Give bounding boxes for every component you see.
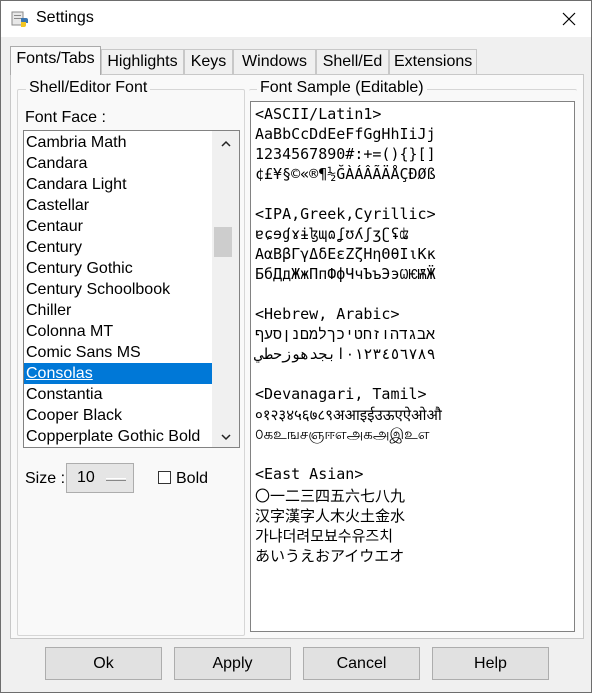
tab-extensions[interactable]: Extensions bbox=[389, 49, 477, 74]
chevron-up-icon bbox=[221, 140, 231, 147]
sample-line: ɐɕɘɠɤɨɮɰɷʆʊʎʃʒʗʢʥ bbox=[255, 225, 409, 243]
scroll-thumb[interactable] bbox=[214, 227, 232, 257]
chevron-down-icon bbox=[221, 433, 231, 440]
sample-line: БбДдЖжПпФфЧчЪъЭэѠѤѬӜ bbox=[255, 265, 436, 283]
window-title: Settings bbox=[36, 9, 94, 26]
tab-shell-ed[interactable]: Shell/Ed bbox=[316, 49, 389, 74]
cancel-button[interactable]: Cancel bbox=[303, 647, 420, 680]
python-idle-icon bbox=[11, 11, 28, 27]
font-size-value: 10 bbox=[77, 469, 95, 486]
font-list-item[interactable]: Copperplate Gothic Bold bbox=[24, 426, 212, 447]
font-list-item[interactable]: Candara bbox=[24, 153, 212, 174]
sample-line: ०१२३४५६७८९अआइईउऊएऐओऔ bbox=[255, 406, 442, 424]
sample-line: ௦கஉஙசஞஈஎஅகஅஇஉஎ bbox=[255, 425, 430, 443]
sample-line: אבגדהוזחטיכךלמםנןסעף bbox=[255, 325, 436, 343]
ok-button[interactable]: Ok bbox=[45, 647, 162, 680]
tab-fonts-tabs[interactable]: Fonts/Tabs bbox=[10, 46, 101, 75]
sample-line: <ASCII/Latin1> bbox=[255, 105, 382, 123]
close-icon bbox=[562, 12, 576, 26]
font-size-select[interactable]: 10 bbox=[66, 463, 134, 493]
font-list-scrollbar[interactable] bbox=[212, 131, 239, 447]
apply-button[interactable]: Apply bbox=[174, 647, 291, 680]
font-list-item[interactable]: Cooper Black bbox=[24, 405, 212, 426]
sample-line: <East Asian> bbox=[255, 465, 364, 483]
bold-label[interactable]: Bold bbox=[176, 470, 208, 488]
font-list-item[interactable]: Century Schoolbook bbox=[24, 279, 212, 300]
font-list-item[interactable]: Castellar bbox=[24, 195, 212, 216]
sample-line: 〇一二三四五六七八九 bbox=[255, 487, 406, 505]
sample-group-title: Font Sample (Editable) bbox=[257, 79, 427, 97]
font-sample-text[interactable]: <ASCII/Latin1> AaBbCcDdEeFfGgHhIiJj 123456… bbox=[250, 101, 575, 632]
tab-highlights[interactable]: Highlights bbox=[101, 49, 184, 74]
sample-line: 가냐더려모뵤수유즈치 bbox=[255, 527, 394, 545]
font-list-item[interactable]: Century Gothic bbox=[24, 258, 212, 279]
tab-keys[interactable]: Keys bbox=[184, 49, 233, 74]
bold-checkbox[interactable] bbox=[158, 471, 171, 484]
scroll-down-button[interactable] bbox=[212, 427, 239, 447]
size-label: Size : bbox=[25, 470, 66, 487]
sample-line: <Devanagari, Tamil> bbox=[255, 385, 427, 403]
font-list-item[interactable]: Constantia bbox=[24, 384, 212, 405]
tab-windows[interactable]: Windows bbox=[233, 49, 316, 74]
font-list-items: Cambria Math Candara Candara Light Castella… bbox=[24, 132, 212, 447]
close-button[interactable] bbox=[547, 1, 591, 37]
sample-line: <IPA,Greek,Cyrillic> bbox=[255, 205, 436, 223]
font-list-item[interactable]: Consolas bbox=[24, 363, 212, 384]
font-list-item[interactable]: Chiller bbox=[24, 300, 212, 321]
sample-line: AaBbCcDdEeFfGgHhIiJj bbox=[255, 125, 436, 143]
font-group-title: Shell/Editor Font bbox=[26, 79, 151, 97]
font-list-item[interactable]: Cambria Math bbox=[24, 132, 212, 153]
title-bar: Settings bbox=[1, 1, 591, 37]
font-list-item[interactable]: Candara Light bbox=[24, 174, 212, 195]
help-button[interactable]: Help bbox=[432, 647, 549, 680]
sample-line: ΑαΒβΓγΔδΕεΖζΗηΘθΙιΚκ bbox=[255, 245, 436, 263]
menubutton-grip-icon bbox=[106, 478, 126, 481]
font-face-label: Font Face : bbox=[25, 109, 106, 126]
font-list-item[interactable]: Centaur bbox=[24, 216, 212, 237]
sample-line: 1234567890#:+=(){}[] bbox=[255, 145, 436, 163]
font-face-list[interactable]: Cambria Math Candara Candara Light Castella… bbox=[23, 130, 240, 448]
sample-line: <Hebrew, Arabic> bbox=[255, 305, 400, 323]
sample-line: ¢£¥§©«®¶½ĞÀÁÂÃÄÅÇÐØß bbox=[255, 165, 436, 183]
sample-line: 汉字漢字人木火土金水 bbox=[255, 507, 406, 525]
font-list-item[interactable]: Comic Sans MS bbox=[24, 342, 212, 363]
scroll-up-button[interactable] bbox=[212, 133, 239, 153]
sample-line: ٠١٢٣٤٥٦٧٨٩ابجدهوزحطي bbox=[255, 345, 436, 363]
settings-window: Settings Fonts/Tabs Highlights Keys Wind… bbox=[0, 0, 592, 693]
font-list-item[interactable]: Century bbox=[24, 237, 212, 258]
font-list-item[interactable]: Colonna MT bbox=[24, 321, 212, 342]
sample-line: あいうえおアイウエオ bbox=[255, 547, 405, 565]
